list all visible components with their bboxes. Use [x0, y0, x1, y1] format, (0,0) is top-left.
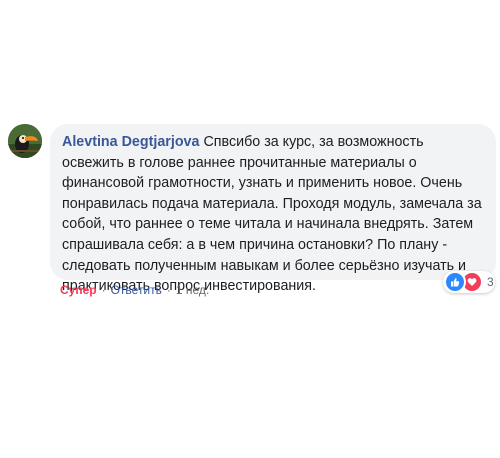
reply-button[interactable]: Ответить	[111, 283, 162, 297]
avatar-image	[8, 124, 42, 158]
avatar[interactable]	[8, 124, 42, 158]
timestamp[interactable]: 1 нед.	[176, 283, 209, 297]
comment-text: Спвсибо за курс, за возможность освежить…	[62, 134, 482, 295]
reaction-count: 3	[487, 275, 494, 289]
comment-author[interactable]: Alevtina Degtjarjova	[62, 134, 199, 150]
separator: ·	[166, 283, 171, 297]
comment-content: Alevtina Degtjarjova Спвсибо за курс, за…	[62, 132, 484, 297]
comment-actions: Супер · Ответить · 1 нед.	[60, 283, 209, 297]
comment-bubble: Alevtina Degtjarjova Спвсибо за курс, за…	[50, 124, 496, 294]
separator: ·	[101, 283, 106, 297]
react-button[interactable]: Супер	[60, 283, 97, 297]
like-icon	[444, 271, 466, 293]
reaction-summary[interactable]: 3	[443, 271, 495, 293]
